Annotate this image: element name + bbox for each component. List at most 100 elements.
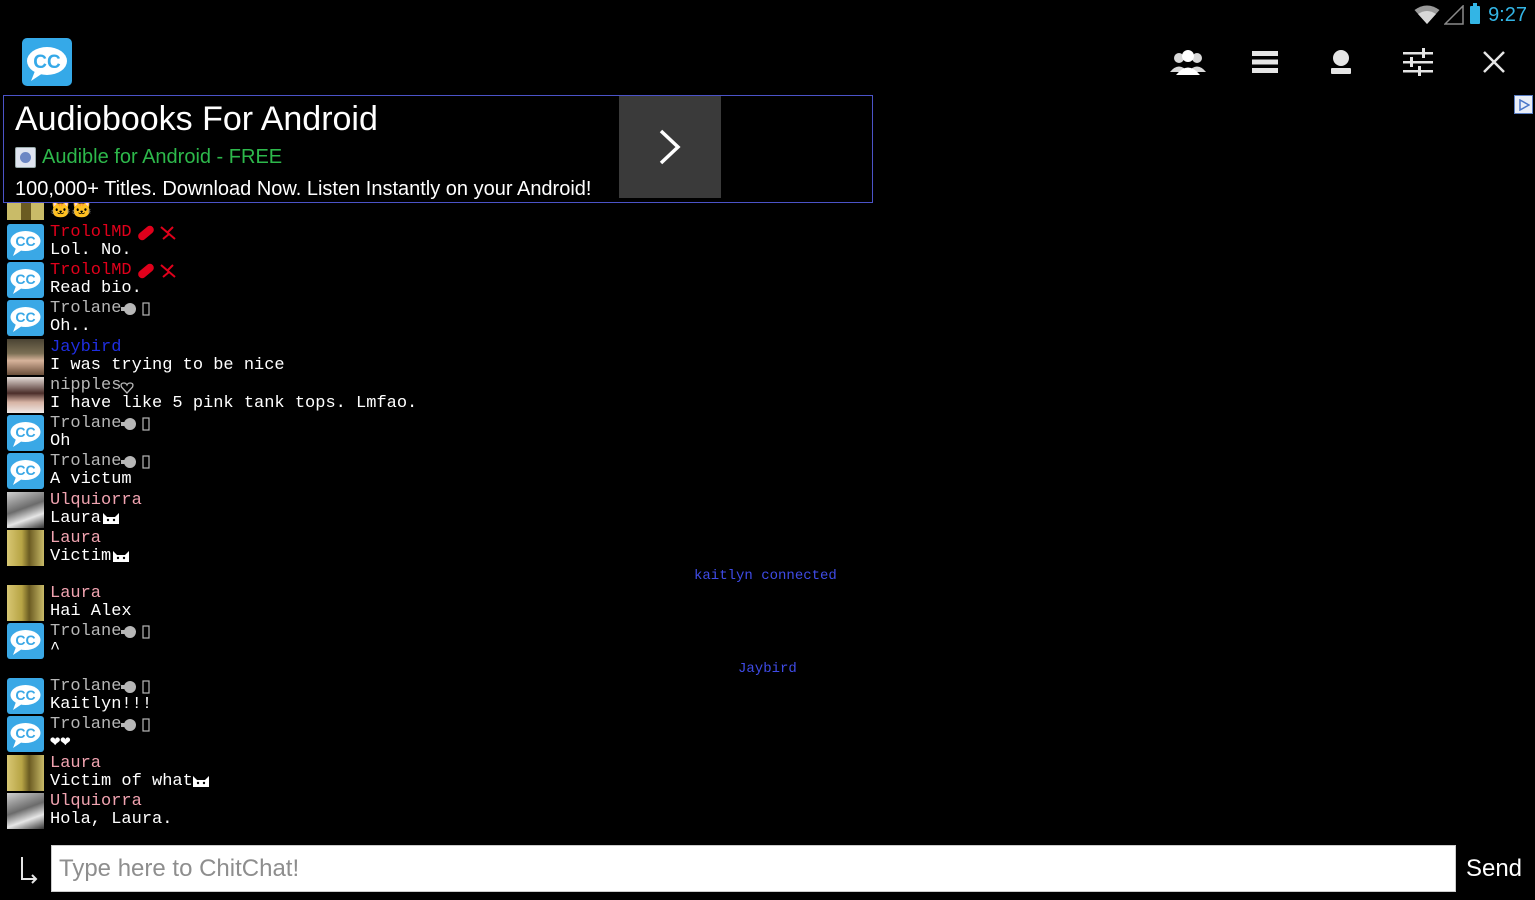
reply-arrow-icon xyxy=(21,857,38,884)
badge-icon xyxy=(121,625,150,639)
send-button[interactable]: Send xyxy=(1459,845,1529,892)
message-text: Lol. No. xyxy=(50,241,132,260)
message-text: Laura xyxy=(50,509,102,528)
adchoices-button[interactable] xyxy=(1514,95,1533,114)
user-avatar xyxy=(7,492,44,528)
close-icon xyxy=(1483,51,1505,73)
clock: 9:27 xyxy=(1488,3,1527,26)
user-avatar xyxy=(7,530,44,566)
status-bar: 9:27 xyxy=(0,0,1535,30)
message-username[interactable]: Trolane xyxy=(50,716,121,733)
cc-avatar-icon: CC xyxy=(7,224,44,260)
svg-text:CC: CC xyxy=(15,462,35,478)
user-avatar xyxy=(7,793,44,829)
message-text: Hola, Laura. xyxy=(50,810,173,829)
message-text: Read bio. xyxy=(50,279,142,298)
svg-text:CC: CC xyxy=(15,309,35,325)
message-text: ^ xyxy=(50,640,61,659)
svg-text:CC: CC xyxy=(15,632,35,648)
rooms-list-button[interactable] xyxy=(1243,42,1287,82)
system-message: Jaybird xyxy=(738,661,797,677)
cc-avatar-icon: CC xyxy=(7,300,44,336)
svg-text:CC: CC xyxy=(15,424,35,440)
message-username[interactable]: Laura xyxy=(50,755,101,772)
cat-emoji-icon xyxy=(113,551,129,562)
message-username[interactable]: Trolane xyxy=(50,300,121,317)
message-username[interactable]: Ulquiorra xyxy=(50,793,142,810)
cc-avatar-icon: CC xyxy=(7,262,44,298)
cc-avatar-icon: CC xyxy=(7,453,44,489)
cc-avatar-icon: CC xyxy=(7,623,44,659)
ad-open-button[interactable] xyxy=(619,96,721,198)
message-text: ❤❤ xyxy=(50,733,71,752)
user-avatar xyxy=(7,339,44,375)
profile-button[interactable] xyxy=(1319,42,1363,82)
audible-logo-icon xyxy=(15,146,36,168)
partial-message-text: 🐱🐱 xyxy=(50,203,93,221)
signal-icon xyxy=(1444,5,1464,25)
user-avatar xyxy=(7,585,44,621)
cat-emoji-icon xyxy=(103,513,119,524)
badge-icon xyxy=(121,417,150,431)
message-username[interactable]: Laura xyxy=(50,530,101,547)
message-text: Kaitlyn!!! xyxy=(50,695,153,714)
svg-text:CC: CC xyxy=(15,725,35,741)
message-text: Oh xyxy=(50,432,71,451)
badge-icon xyxy=(121,718,150,732)
svg-text:CC: CC xyxy=(15,687,35,703)
message-text: I have like 5 pink tank tops. Lmfao. xyxy=(50,394,418,413)
message-username[interactable]: Trolane xyxy=(50,678,121,695)
avatar xyxy=(7,203,44,220)
close-button[interactable] xyxy=(1472,42,1516,82)
settings-button[interactable] xyxy=(1396,42,1440,82)
cc-avatar-icon: CC xyxy=(7,716,44,752)
action-bar: CC xyxy=(0,30,1535,94)
chevron-right-icon xyxy=(659,129,681,165)
system-message: kaitlyn connected xyxy=(694,568,837,584)
message-text: A victum xyxy=(50,470,132,489)
ad-title[interactable]: Audiobooks For Android xyxy=(15,100,378,139)
message-username[interactable]: Laura xyxy=(50,585,101,602)
cat-emoji-icon xyxy=(193,776,209,787)
svg-text:CC: CC xyxy=(15,233,35,249)
ad-source[interactable]: Audible for Android - FREE xyxy=(15,146,282,168)
message-username[interactable]: Trolane xyxy=(50,623,121,640)
battery-icon xyxy=(1470,3,1481,24)
person-icon xyxy=(1331,50,1351,74)
message-text: Oh.. xyxy=(50,317,91,336)
ad-source-label: Audible for Android - FREE xyxy=(42,145,283,168)
sliders-icon xyxy=(1403,48,1433,76)
badge-icon xyxy=(121,455,150,469)
message-username[interactable]: nipples xyxy=(50,377,121,394)
heart-outline-icon xyxy=(120,382,134,394)
message-text: Victim xyxy=(50,547,112,566)
svg-text:CC: CC xyxy=(33,52,61,73)
wifi-icon xyxy=(1414,5,1440,24)
user-avatar xyxy=(7,755,44,791)
chat-messages[interactable]: 🐱🐱 CC TrololMD Lol. No. CC TrololMD Read… xyxy=(0,203,1535,833)
cc-avatar-icon: CC xyxy=(7,415,44,451)
users-icon xyxy=(1170,50,1206,75)
status-icons: 9:27 xyxy=(1414,2,1527,28)
badge-icon xyxy=(121,302,150,316)
pill-icon xyxy=(138,225,176,241)
message-username[interactable]: TrololMD xyxy=(50,224,132,241)
user-avatar xyxy=(7,377,44,413)
cc-avatar-icon: CC xyxy=(7,678,44,714)
message-text: Victim of what xyxy=(50,772,193,791)
chitchat-cc-logo-icon[interactable]: CC xyxy=(21,37,73,87)
pill-icon xyxy=(138,263,176,279)
adchoices-icon xyxy=(1518,98,1530,111)
ad-description: 100,000+ Titles. Download Now. Listen In… xyxy=(15,178,592,200)
users-button[interactable] xyxy=(1166,42,1210,82)
message-username[interactable]: Jaybird xyxy=(50,339,121,356)
message-username[interactable]: Trolane xyxy=(50,453,121,470)
message-username[interactable]: TrololMD xyxy=(50,262,132,279)
chat-input[interactable] xyxy=(51,845,1456,892)
ad-banner[interactable]: Audiobooks For Android Audible for Andro… xyxy=(3,95,873,203)
message-username[interactable]: Trolane xyxy=(50,415,121,432)
list-icon xyxy=(1252,51,1278,73)
message-username[interactable]: Ulquiorra xyxy=(50,492,142,509)
badge-icon xyxy=(121,680,150,694)
message-text: I was trying to be nice xyxy=(50,356,285,375)
